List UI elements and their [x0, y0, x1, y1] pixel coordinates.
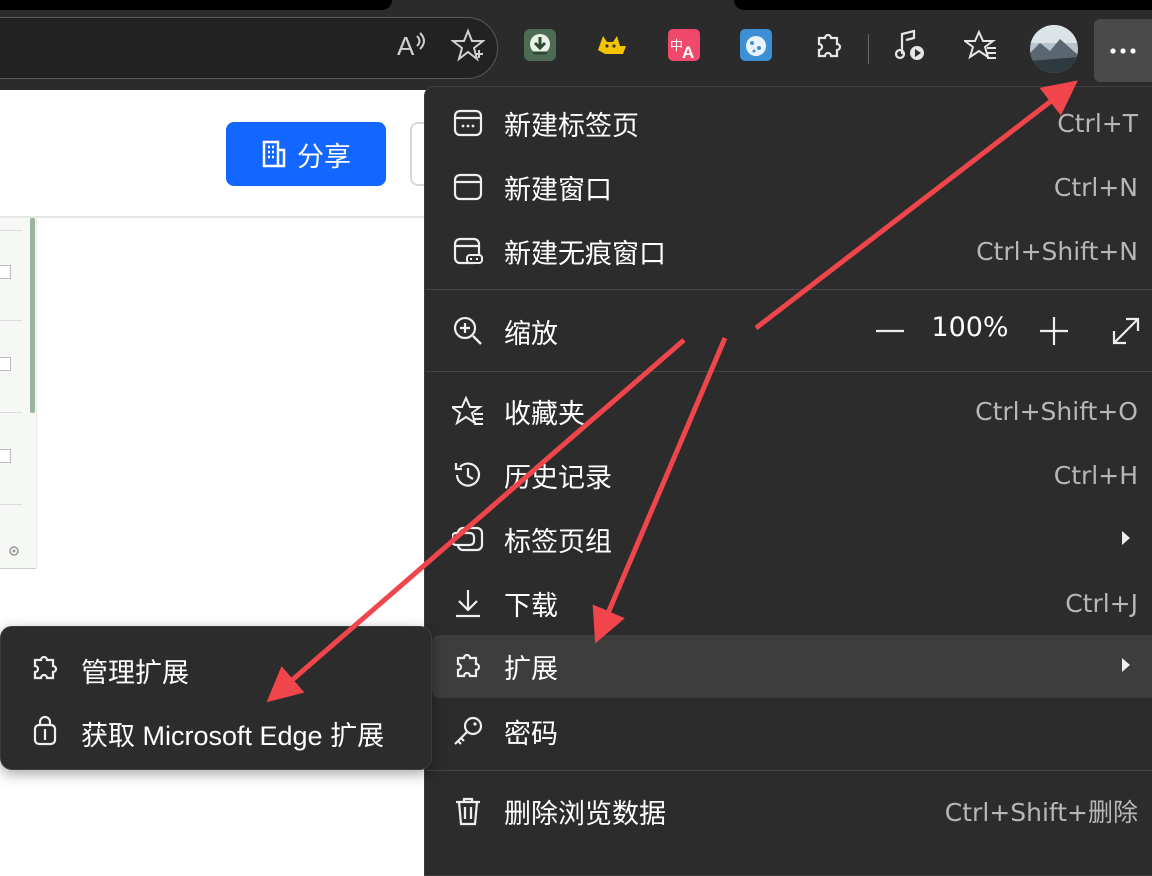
chevron-right-icon [1120, 657, 1132, 673]
building-icon [262, 140, 286, 168]
media-control-icon[interactable] [892, 28, 926, 62]
history-icon [452, 459, 484, 491]
menu-item-inprivate[interactable]: 新建无痕窗口 Ctrl+Shift+N [432, 220, 1152, 282]
window-edge [0, 0, 392, 10]
puzzle-icon [29, 652, 61, 684]
share-button[interactable]: 分享 [226, 122, 386, 186]
submenu-item-label: 管理扩展 [81, 658, 189, 688]
tab-groups-icon [452, 523, 484, 555]
zoom-out-button[interactable] [872, 313, 908, 349]
menu-separator [426, 289, 1152, 290]
extensions-icon [452, 650, 484, 682]
inprivate-window-icon [452, 235, 484, 267]
panel-bottom-line [0, 568, 36, 569]
submenu-item-get-extensions[interactable]: 获取 Microsoft Edge 扩展 [1, 700, 433, 762]
zoom-in-button[interactable] [1036, 313, 1072, 349]
share-label: 分享 [297, 141, 351, 172]
read-aloud-icon[interactable]: A [395, 28, 429, 62]
menu-item-favorites[interactable]: 收藏夹 Ctrl+Shift+O [432, 380, 1152, 442]
submenu-item-manage-extensions[interactable]: 管理扩展 [1, 637, 433, 699]
menu-item-extensions[interactable]: 扩展 [432, 635, 1152, 698]
panel-line [0, 230, 22, 231]
favorites-icon[interactable] [964, 28, 998, 62]
translate-extension-icon[interactable]: 中A [667, 28, 701, 62]
menu-item-label: 密码 [504, 718, 558, 749]
submenu-item-label: 获取 Microsoft Edge 扩展 [81, 721, 385, 751]
cat-extension-icon[interactable] [595, 28, 629, 62]
menu-item-new-tab[interactable]: 新建标签页 Ctrl+T [432, 92, 1152, 154]
menu-item-label: 收藏夹 [504, 398, 585, 429]
svg-text:A: A [397, 31, 415, 61]
cookie-extension-icon[interactable] [739, 28, 773, 62]
download-icon [452, 587, 484, 619]
menu-item-clear-data[interactable]: 删除浏览数据 Ctrl+Shift+删除 [432, 780, 1152, 842]
chevron-right-icon [1120, 530, 1132, 546]
favorites-icon [452, 395, 484, 427]
zoom-icon [452, 315, 484, 347]
more-menu-button[interactable] [1094, 19, 1152, 82]
menu-item-label: 新建无痕窗口 [504, 238, 666, 269]
menu-item-label: 删除浏览数据 [504, 798, 666, 829]
gear-icon[interactable] [7, 544, 21, 558]
menu-item-shortcut: Ctrl+Shift+删除 [944, 798, 1138, 827]
page-divider [0, 216, 430, 218]
new-tab-icon [452, 107, 484, 139]
menu-item-tab-groups[interactable]: 标签页组 [432, 508, 1152, 570]
menu-separator [426, 371, 1152, 372]
menu-item-new-window[interactable]: 新建窗口 Ctrl+N [432, 156, 1152, 218]
panel-checkbox[interactable] [0, 357, 11, 371]
menu-item-label: 缩放 [504, 318, 558, 349]
svg-text:A: A [682, 43, 694, 62]
favorite-star-icon[interactable] [451, 28, 485, 62]
menu-item-shortcut: Ctrl+J [1065, 588, 1138, 618]
menu-item-shortcut: Ctrl+N [1053, 172, 1138, 202]
key-icon [452, 715, 484, 747]
download-extension-icon[interactable] [523, 28, 557, 62]
menu-item-shortcut: Ctrl+H [1053, 460, 1138, 490]
menu-item-label: 扩展 [504, 654, 558, 684]
menu-item-label: 新建标签页 [504, 110, 639, 141]
panel-line [0, 320, 22, 321]
menu-item-passwords[interactable]: 密码 [432, 700, 1152, 762]
zoom-level: 100% [931, 312, 1009, 343]
profile-avatar[interactable] [1030, 25, 1078, 73]
menu-item-label: 新建窗口 [504, 174, 612, 205]
trash-icon [452, 795, 484, 827]
new-window-icon [452, 171, 484, 203]
window-edge [734, 0, 1152, 10]
panel-checkbox[interactable] [0, 265, 11, 279]
menu-item-shortcut: Ctrl+T [1057, 108, 1138, 138]
more-menu-icon [1110, 47, 1136, 54]
fullscreen-button[interactable] [1108, 313, 1144, 349]
menu-item-label: 下载 [504, 590, 558, 621]
menu-item-label: 标签页组 [504, 526, 612, 557]
menu-item-downloads[interactable]: 下载 Ctrl+J [432, 572, 1152, 634]
side-scrollbar[interactable] [30, 218, 35, 413]
panel-checkbox[interactable] [0, 449, 11, 463]
toolbar-divider [868, 34, 869, 64]
shopping-bag-icon [29, 715, 61, 747]
menu-item-shortcut: Ctrl+Shift+O [975, 396, 1138, 426]
menu-item-history[interactable]: 历史记录 Ctrl+H [432, 444, 1152, 506]
extensions-submenu: 管理扩展 获取 Microsoft Edge 扩展 [0, 626, 432, 770]
menu-separator [426, 770, 1152, 771]
panel-line [0, 504, 22, 505]
menu-item-shortcut: Ctrl+Shift+N [976, 236, 1138, 266]
panel-line [0, 412, 22, 413]
menu-item-label: 历史记录 [504, 462, 612, 493]
extensions-icon[interactable] [811, 28, 845, 62]
